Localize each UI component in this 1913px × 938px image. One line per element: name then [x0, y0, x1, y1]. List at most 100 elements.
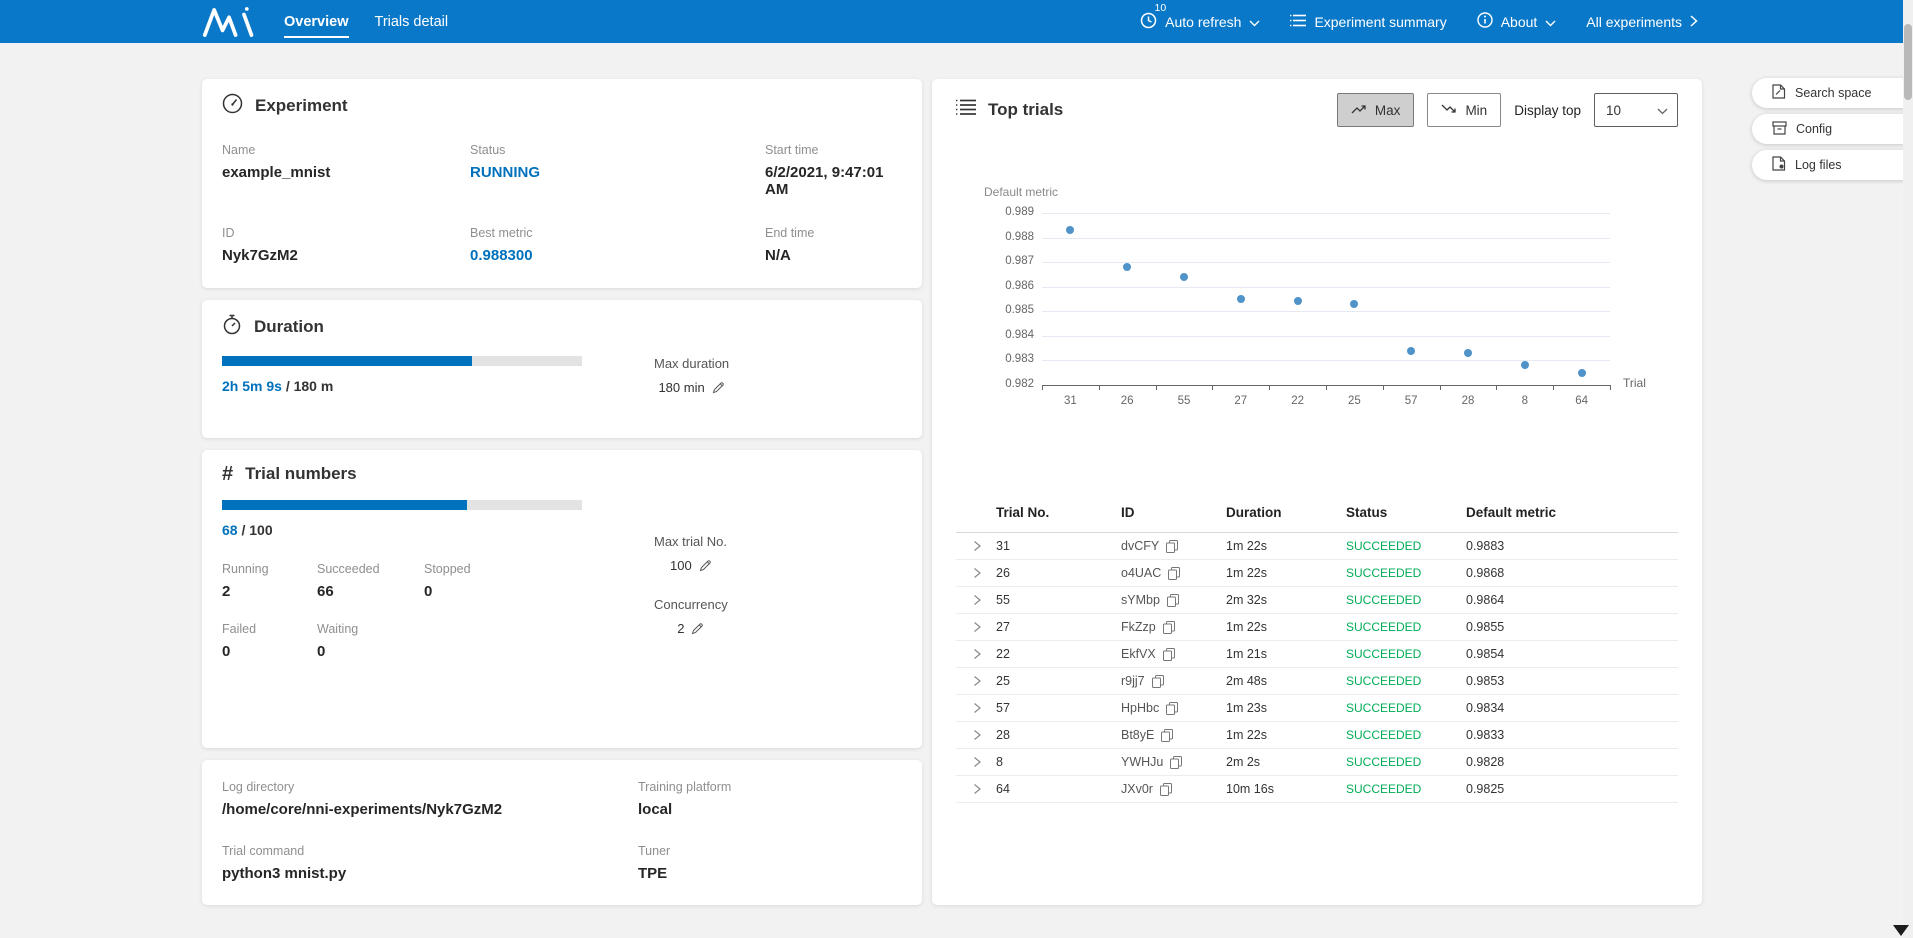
cell-id: r9jj7 [1121, 674, 1226, 688]
axis-tick [1440, 385, 1441, 390]
row-expander-icon[interactable] [956, 729, 996, 741]
field: Trial commandpython3 mnist.py [222, 844, 638, 882]
row-expander-icon[interactable] [956, 540, 996, 552]
cell-duration: 1m 22s [1226, 566, 1346, 580]
experiment-summary-button[interactable]: Experiment summary [1290, 14, 1446, 30]
scroll-down-arrow-icon[interactable] [1893, 925, 1909, 936]
cell-status: SUCCEEDED [1346, 755, 1466, 769]
min-button-label: Min [1465, 103, 1487, 118]
edit-max-duration-icon[interactable] [712, 381, 725, 394]
row-expander-icon[interactable] [956, 675, 996, 687]
trial-id: o4UAC [1121, 566, 1161, 580]
y-tick-label: 0.988 [956, 231, 1034, 243]
cell-default-metric: 0.9834 [1466, 701, 1678, 715]
field: Start time6/2/2021, 9:47:01 AM [765, 143, 902, 198]
auto-refresh-clock-icon [1140, 12, 1157, 32]
row-expander-icon[interactable] [956, 702, 996, 714]
scatter-point [1066, 226, 1074, 234]
gridline [1042, 311, 1610, 312]
max-trial-value: 100 [670, 558, 692, 573]
vertical-scrollbar[interactable] [1903, 0, 1913, 938]
scatter-point [1578, 369, 1586, 377]
duration-card-title: Duration [254, 317, 324, 337]
tab-overview[interactable]: Overview [284, 14, 349, 30]
field-value: /home/core/nni-experiments/Nyk7GzM2 [222, 801, 638, 818]
auto-refresh-control[interactable]: 10 Auto refresh [1140, 12, 1260, 32]
cell-default-metric: 0.9864 [1466, 593, 1678, 607]
display-top-label: Display top [1514, 103, 1581, 118]
trial-id: JXv0r [1121, 782, 1153, 796]
table-row[interactable]: 22EkfVX1m 21sSUCCEEDED0.9854 [956, 641, 1678, 668]
copy-icon[interactable] [1170, 756, 1182, 769]
row-expander-icon[interactable] [956, 783, 996, 795]
copy-icon[interactable] [1166, 540, 1178, 553]
table-row[interactable]: 31dvCFY1m 22sSUCCEEDED0.9883 [956, 533, 1678, 560]
y-tick-label: 0.985 [956, 304, 1034, 316]
row-expander-icon[interactable] [956, 594, 996, 606]
field: Succeeded66 [317, 562, 424, 600]
trial-id: HpHbc [1121, 701, 1159, 715]
experiment-summary-label: Experiment summary [1314, 14, 1446, 30]
field-value: TPE [638, 865, 902, 882]
copy-icon[interactable] [1152, 675, 1164, 688]
copy-icon[interactable] [1161, 729, 1173, 742]
chevron-down-icon [1657, 103, 1668, 118]
field-value: 0.988300 [470, 247, 765, 264]
scatter-point [1180, 273, 1188, 281]
edit-concurrency-icon[interactable] [691, 622, 704, 635]
copy-icon[interactable] [1168, 567, 1180, 580]
gridline [1042, 238, 1610, 239]
cell-duration: 2m 32s [1226, 593, 1346, 607]
table-row[interactable]: 64JXv0r10m 16sSUCCEEDED0.9825 [956, 776, 1678, 803]
cell-trial-no: 8 [996, 755, 1121, 769]
table-row[interactable]: 55sYMbp2m 32sSUCCEEDED0.9864 [956, 587, 1678, 614]
all-experiments-link[interactable]: All experiments [1586, 14, 1698, 30]
about-menu[interactable]: About [1477, 12, 1557, 31]
x-tick-label: 28 [1462, 395, 1475, 407]
experiment-card-title: Experiment [255, 96, 348, 116]
min-button[interactable]: Min [1427, 93, 1501, 127]
top-nav: Overview Trials detail 10 Auto refresh [0, 0, 1913, 43]
trial-numbers-card-title: Trial numbers [245, 464, 356, 484]
table-row[interactable]: 25r9jj72m 48sSUCCEEDED0.9853 [956, 668, 1678, 695]
cell-status: SUCCEEDED [1346, 701, 1466, 715]
x-tick-label: 8 [1522, 395, 1528, 407]
row-expander-icon[interactable] [956, 621, 996, 633]
search-space-button[interactable]: Search space [1752, 78, 1913, 108]
scrollbar-thumb[interactable] [1904, 24, 1912, 100]
field-value: 6/2/2021, 9:47:01 AM [765, 164, 902, 198]
copy-icon[interactable] [1166, 702, 1178, 715]
log-files-button[interactable]: Log files [1752, 150, 1913, 180]
tab-trials-detail[interactable]: Trials detail [375, 14, 449, 30]
table-row[interactable]: 27FkZzp1m 22sSUCCEEDED0.9855 [956, 614, 1678, 641]
axis-tick [1269, 385, 1270, 390]
copy-icon[interactable] [1160, 783, 1172, 796]
table-row[interactable]: 28Bt8yE1m 22sSUCCEEDED0.9833 [956, 722, 1678, 749]
field-value: N/A [765, 247, 902, 264]
max-button[interactable]: Max [1337, 93, 1415, 127]
table-row[interactable]: 26o4UAC1m 22sSUCCEEDED0.9868 [956, 560, 1678, 587]
copy-icon[interactable] [1163, 621, 1175, 634]
row-expander-icon[interactable] [956, 648, 996, 660]
field-value: 66 [317, 583, 424, 600]
trial-id: Bt8yE [1121, 728, 1154, 742]
cell-status: SUCCEEDED [1346, 728, 1466, 742]
copy-icon[interactable] [1163, 648, 1175, 661]
top-trials-card: Top trials Max Min Dis [932, 79, 1702, 905]
trial-id: r9jj7 [1121, 674, 1145, 688]
chart-y-axis-title: Default metric [984, 185, 1058, 199]
cell-id: HpHbc [1121, 701, 1226, 715]
edit-max-trial-icon[interactable] [699, 559, 712, 572]
cell-trial-no: 57 [996, 701, 1121, 715]
display-top-select[interactable]: 10 [1594, 93, 1678, 127]
scatter-point [1294, 297, 1302, 305]
row-expander-icon[interactable] [956, 567, 996, 579]
x-tick-label: 27 [1234, 395, 1247, 407]
table-row[interactable]: 57HpHbc1m 23sSUCCEEDED0.9834 [956, 695, 1678, 722]
axis-tick [1610, 385, 1611, 390]
table-row[interactable]: 8YWHJu2m 2sSUCCEEDED0.9828 [956, 749, 1678, 776]
info-icon [1477, 12, 1493, 31]
config-button[interactable]: Config [1752, 114, 1913, 144]
row-expander-icon[interactable] [956, 756, 996, 768]
copy-icon[interactable] [1167, 594, 1179, 607]
